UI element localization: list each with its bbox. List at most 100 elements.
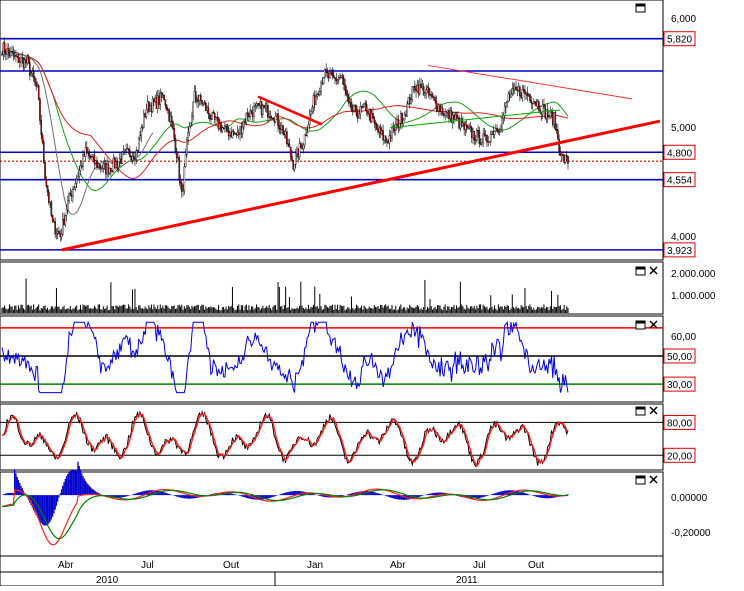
candle-body	[59, 233, 62, 237]
candle-body	[358, 113, 360, 119]
candle-body	[179, 179, 182, 184]
candle-body	[427, 87, 430, 95]
candle-body	[56, 231, 59, 234]
candle-body	[484, 134, 487, 137]
candle-body	[335, 78, 338, 82]
candle-body	[482, 133, 484, 143]
candle-body	[402, 119, 405, 124]
candle-body	[40, 120, 43, 136]
candle-body	[477, 130, 479, 132]
candle-body	[105, 163, 107, 175]
candle-body	[7, 48, 10, 53]
candle-body	[146, 101, 149, 110]
candle-body	[425, 89, 427, 94]
candle-body	[184, 154, 187, 167]
candle-body	[103, 163, 106, 165]
candle-body	[565, 154, 568, 157]
candle-body	[215, 117, 217, 120]
candle-body	[69, 193, 72, 196]
candle-body	[552, 112, 554, 125]
candle-body	[194, 91, 197, 100]
candle-body	[191, 116, 193, 123]
candle-body	[269, 116, 272, 118]
candle-body	[501, 117, 503, 131]
candle-body	[31, 71, 34, 74]
candle-body	[8, 52, 11, 57]
candle-body	[254, 105, 257, 108]
candle-body	[389, 135, 392, 139]
candle-body	[351, 110, 354, 112]
rsi-level-label-2: 30,00	[667, 380, 692, 391]
candle-body	[144, 113, 146, 118]
month-label-out-2010: Out	[223, 560, 239, 571]
year-label-2011: 2011	[456, 575, 478, 586]
candle-body	[164, 99, 167, 106]
candle-body	[557, 129, 559, 140]
candle-body	[478, 130, 481, 144]
candle-body	[224, 126, 226, 129]
candle-body	[554, 112, 557, 130]
candle-body	[84, 147, 87, 157]
candle-body	[316, 94, 319, 97]
candle-body	[277, 113, 279, 126]
candle-body	[300, 143, 302, 147]
candle-body	[338, 77, 340, 80]
candle-body	[486, 134, 488, 143]
candle-body	[143, 113, 145, 129]
candle-body	[508, 93, 511, 98]
candle-body	[82, 154, 84, 168]
candle-body	[317, 94, 320, 96]
candle-body	[419, 83, 421, 95]
candle-body	[495, 128, 497, 132]
candle-body	[37, 85, 40, 100]
candle-body	[22, 58, 25, 68]
price-level-label-2: 4,800	[667, 148, 692, 159]
candle-body	[350, 101, 353, 111]
candle-body	[268, 116, 270, 118]
candle-body	[262, 105, 264, 115]
candle-body	[250, 109, 253, 113]
candle-body	[110, 167, 112, 172]
candle-body	[127, 148, 130, 151]
candle-body	[396, 119, 398, 125]
candle-body	[520, 95, 522, 98]
stochastic-level-label-0: 80,00	[667, 418, 692, 429]
candle-body	[319, 91, 321, 96]
candle-body	[524, 90, 526, 95]
candle-body	[213, 113, 216, 120]
candle-body	[129, 150, 131, 157]
candle-body	[189, 122, 192, 127]
candle-body	[298, 143, 301, 158]
candle-body	[188, 126, 191, 133]
candle-body	[2, 42, 5, 55]
candle-body	[17, 54, 20, 63]
month-label-jul-2010: Jul	[141, 560, 154, 571]
rsi-level-label-1: 50,00	[667, 352, 692, 363]
candle-body	[538, 101, 540, 111]
candle-body	[174, 138, 177, 152]
candle-body	[465, 124, 468, 128]
candle-body	[91, 156, 93, 158]
candle-body	[80, 165, 83, 168]
candle-body	[302, 144, 305, 150]
candle-body	[354, 105, 357, 107]
candle-body	[265, 105, 268, 108]
candle-body	[339, 76, 341, 79]
candle-body	[274, 115, 277, 123]
candle-body	[192, 101, 194, 117]
candle-body	[32, 71, 35, 79]
candle-body	[118, 158, 121, 162]
candle-body	[236, 131, 239, 136]
candle-body	[98, 163, 101, 168]
candle-body	[273, 118, 276, 123]
candle-body	[374, 122, 377, 125]
rsi-tick-60: 60,00	[671, 332, 696, 343]
candle-body	[94, 160, 97, 164]
candle-body	[207, 107, 210, 114]
candle-body	[289, 147, 292, 157]
candle-body	[536, 101, 539, 107]
candle-body	[87, 151, 89, 154]
candle-body	[202, 102, 205, 105]
candle-body	[201, 100, 203, 105]
candle-body	[68, 193, 70, 201]
